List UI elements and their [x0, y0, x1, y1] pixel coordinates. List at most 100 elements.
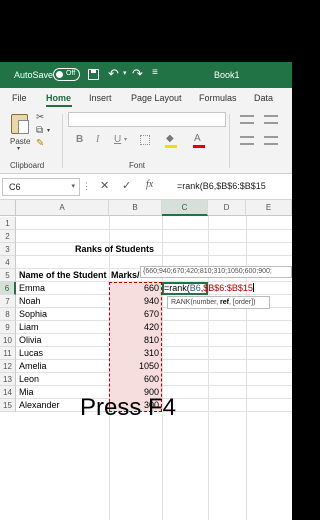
toggle-knob [56, 71, 63, 78]
worksheet-grid[interactable]: A B C D E 1 2 3 4 5 6 7 8 9 10 11 12 13 … [0, 200, 292, 520]
redo-icon[interactable]: ↷ [132, 66, 143, 82]
row-header[interactable]: 13 [0, 373, 16, 386]
name-cell[interactable]: Leon [19, 373, 39, 386]
row-header[interactable]: 9 [0, 321, 16, 334]
marks-cell[interactable]: 660 [109, 282, 159, 295]
autosave-toggle[interactable]: Off [53, 68, 80, 81]
tooltip-function-name: RANK( [171, 299, 193, 306]
title-bar: AutoSave Off ↶ ▾ ↷ ≡ Book1 [0, 62, 292, 88]
tab-file[interactable]: File [12, 93, 27, 103]
fill-color-swatch [165, 145, 177, 148]
name-cell[interactable]: Noah [19, 295, 41, 308]
name-cell[interactable]: Olivia [19, 334, 42, 347]
undo-dropdown-icon[interactable]: ▾ [123, 69, 127, 77]
tab-home[interactable]: Home [46, 93, 71, 103]
marks-cell[interactable]: 1050 [109, 360, 159, 373]
header-name-cell[interactable]: Name of the Student [19, 269, 107, 282]
active-tab-underline [46, 105, 72, 107]
paste-dropdown-icon[interactable]: ▾ [17, 145, 20, 152]
align-icon[interactable] [240, 115, 254, 124]
font-name-dropdown[interactable] [68, 112, 226, 127]
underline-dropdown-icon[interactable]: ▾ [124, 136, 127, 143]
more-options-icon[interactable]: ⋮ [82, 181, 91, 192]
cell-edit-formula[interactable]: =rank(B6,$B$6:$B$15 [164, 282, 254, 295]
group-divider [62, 114, 63, 168]
formula-input[interactable]: =rank(B6,$B$6:$B$15 [177, 181, 266, 191]
gridline [162, 216, 163, 520]
italic-icon[interactable]: I [96, 134, 99, 145]
row-header[interactable]: 11 [0, 347, 16, 360]
row-header[interactable]: 14 [0, 386, 16, 399]
tab-page-layout[interactable]: Page Layout [131, 93, 182, 103]
insert-function-icon[interactable]: fx [146, 179, 153, 190]
sheet-title[interactable]: Ranks of Students [75, 243, 154, 256]
column-header-e[interactable]: E [246, 200, 292, 216]
fill-color-icon[interactable]: ◆ [166, 133, 174, 144]
column-header-c[interactable]: C [162, 200, 208, 216]
cancel-icon[interactable]: ✕ [100, 179, 109, 192]
video-letterbox [0, 0, 292, 62]
marks-cell[interactable]: 670 [109, 308, 159, 321]
column-header-a[interactable]: A [16, 200, 109, 216]
paste-button[interactable]: Paste [10, 137, 30, 146]
underline-icon[interactable]: U [114, 134, 121, 145]
tooltip-arg-number[interactable]: number [193, 299, 216, 306]
row-header[interactable]: 7 [0, 295, 16, 308]
marks-cell[interactable]: 940 [109, 295, 159, 308]
undo-icon[interactable]: ↶ [108, 66, 119, 82]
copy-icon[interactable]: ⧉ [36, 125, 43, 136]
row-header[interactable]: 3 [0, 243, 16, 256]
chevron-down-icon[interactable]: ▾ [71, 182, 75, 190]
row-header[interactable]: 4 [0, 256, 16, 269]
name-cell[interactable]: Alexander [19, 399, 60, 412]
borders-icon[interactable] [140, 135, 150, 145]
autosave-label: AutoSave [14, 70, 54, 80]
tooltip-arg-rest: , [order]) [228, 299, 256, 306]
tooltip-arg-ref[interactable]: ref [220, 299, 229, 306]
format-painter-icon[interactable]: ✎ [36, 138, 44, 149]
tab-insert[interactable]: Insert [89, 93, 112, 103]
column-header-b[interactable]: B [109, 200, 162, 216]
save-icon[interactable] [88, 69, 99, 80]
row-header[interactable]: 10 [0, 334, 16, 347]
align-icon[interactable] [264, 115, 278, 124]
row-header[interactable]: 6 [0, 282, 16, 295]
align-icon[interactable] [240, 136, 254, 145]
bold-icon[interactable]: B [76, 134, 83, 145]
select-all-corner[interactable] [0, 200, 16, 216]
name-box-value: C6 [9, 182, 21, 192]
marks-cell[interactable]: 310 [109, 347, 159, 360]
marks-cell[interactable]: 420 [109, 321, 159, 334]
row-header[interactable]: 12 [0, 360, 16, 373]
tab-formulas[interactable]: Formulas [199, 93, 237, 103]
align-icon[interactable] [264, 136, 278, 145]
name-cell[interactable]: Lucas [19, 347, 43, 360]
copy-dropdown-icon[interactable]: ▾ [47, 127, 50, 134]
name-box[interactable]: C6 ▾ [2, 178, 80, 196]
paste-icon[interactable] [11, 114, 29, 134]
group-divider [229, 114, 230, 168]
row-header[interactable]: 5 [0, 269, 16, 282]
name-cell[interactable]: Liam [19, 321, 39, 334]
row-header[interactable]: 1 [0, 217, 16, 230]
name-cell[interactable]: Amelia [19, 360, 47, 373]
gridline [208, 216, 209, 520]
name-cell[interactable]: Sophia [19, 308, 47, 321]
marks-cell[interactable]: 600 [109, 373, 159, 386]
cut-icon[interactable]: ✂ [36, 112, 44, 123]
row-header[interactable]: 15 [0, 399, 16, 412]
quick-access-more-icon[interactable]: ≡ [152, 67, 158, 78]
overlay-caption: Press F4 [80, 394, 177, 421]
row-header[interactable]: 2 [0, 230, 16, 243]
enter-icon[interactable]: ✓ [122, 179, 131, 192]
name-cell[interactable]: Mia [19, 386, 34, 399]
name-cell[interactable]: Emma [19, 282, 45, 295]
tab-data[interactable]: Data [254, 93, 273, 103]
formula-prefix: =rank( [164, 283, 190, 293]
function-arguments-tooltip[interactable]: RANK(number, ref, [order]) [167, 296, 270, 309]
marks-cell[interactable]: 810 [109, 334, 159, 347]
row-header[interactable]: 8 [0, 308, 16, 321]
font-color-icon[interactable]: A [194, 133, 201, 144]
column-header-d[interactable]: D [208, 200, 246, 216]
gridline [246, 216, 247, 520]
